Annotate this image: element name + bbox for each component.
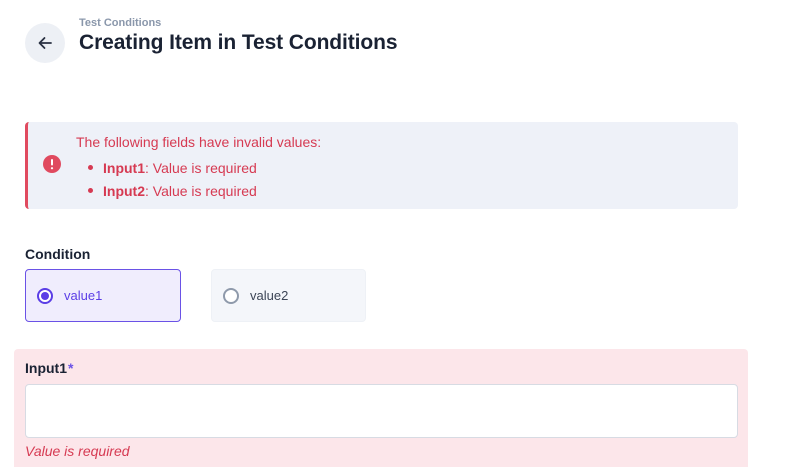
required-mark: * xyxy=(68,360,74,376)
page: Test Conditions Creating Item in Test Co… xyxy=(0,0,797,467)
alert-item-message: : Value is required xyxy=(145,182,257,199)
input1-error-message: Value is required xyxy=(25,443,130,459)
arrow-left-icon xyxy=(36,34,54,52)
radio-checked-icon[interactable] xyxy=(37,287,53,304)
alert-item-field: Input2 xyxy=(103,182,145,199)
back-button[interactable] xyxy=(25,23,65,63)
input1-label: Input1* xyxy=(25,360,73,376)
exclamation-circle-icon xyxy=(43,155,61,173)
alert-item: Input2: Value is required xyxy=(76,179,257,202)
radio-option-value1[interactable]: value1 xyxy=(25,269,181,322)
condition-label: Condition xyxy=(25,246,91,262)
input1-field[interactable] xyxy=(25,384,738,438)
bullet-icon xyxy=(88,165,93,170)
radio-option-label: value2 xyxy=(250,288,289,303)
input1-label-text: Input1 xyxy=(25,360,67,376)
radio-option-value2[interactable]: value2 xyxy=(211,269,366,322)
radio-unchecked-icon[interactable] xyxy=(223,287,239,304)
page-title: Creating Item in Test Conditions xyxy=(79,31,398,54)
breadcrumb[interactable]: Test Conditions xyxy=(79,17,161,29)
error-alert: The following fields have invalid values… xyxy=(25,122,738,209)
bullet-icon xyxy=(88,188,93,193)
input1-field-group: Input1* Value is required xyxy=(14,349,748,467)
alert-item: Input1: Value is required xyxy=(76,156,257,179)
alert-list: Input1: Value is required Input2: Value … xyxy=(76,156,257,202)
alert-title: The following fields have invalid values… xyxy=(76,134,322,150)
radio-option-label: value1 xyxy=(64,288,103,303)
alert-item-message: : Value is required xyxy=(145,159,257,176)
alert-item-field: Input1 xyxy=(103,159,145,176)
